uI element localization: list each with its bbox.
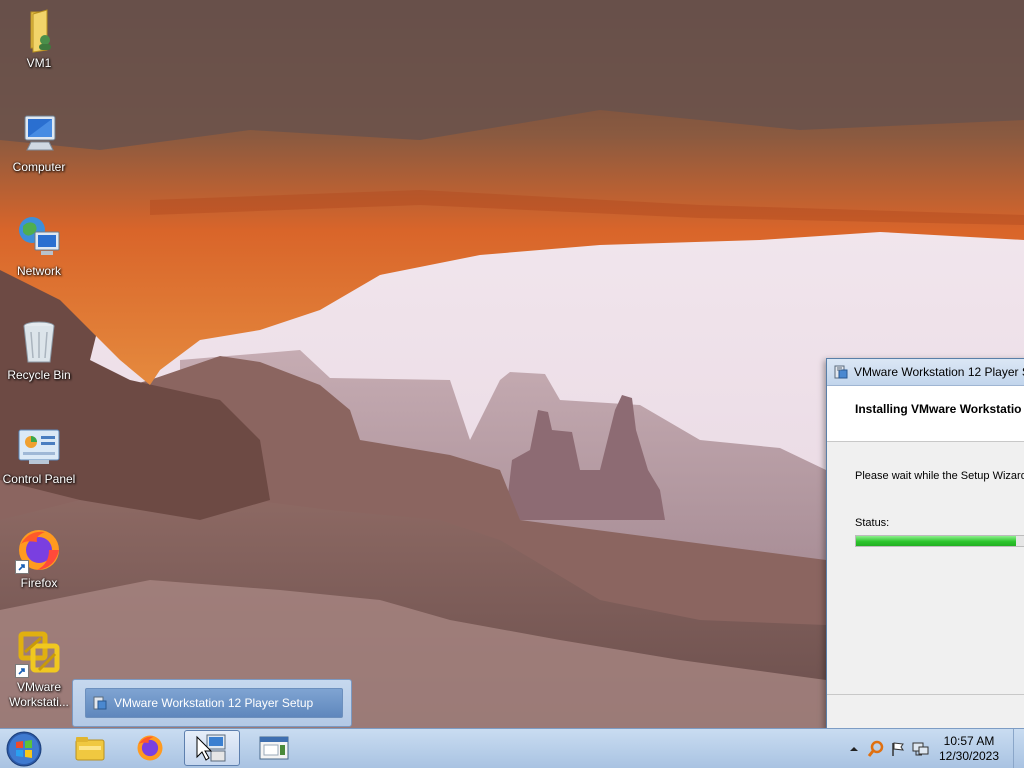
desktop-icon-vmware[interactable]: VMware Workstati... bbox=[0, 630, 78, 710]
computer-icon bbox=[15, 110, 63, 158]
installer-icon bbox=[93, 696, 107, 710]
install-progress-fill bbox=[856, 536, 1016, 546]
vmware-icon bbox=[15, 630, 63, 678]
start-button[interactable] bbox=[4, 730, 44, 768]
taskbar-vmware-setup[interactable] bbox=[184, 730, 240, 766]
setup-message: Please wait while the Setup Wizard bbox=[855, 470, 1024, 482]
taskbar-firefox[interactable] bbox=[122, 730, 178, 766]
desktop-icon-label: Network bbox=[16, 264, 61, 278]
clock-date: 12/30/2023 bbox=[938, 748, 1000, 763]
desktop-icon-recycle-bin[interactable]: Recycle Bin bbox=[0, 318, 78, 383]
vmware-setup-icon bbox=[196, 734, 226, 762]
thumbnail-vmware-setup[interactable]: VMware Workstation 12 Player Setup bbox=[85, 688, 343, 718]
window-icon bbox=[259, 736, 289, 760]
explorer-icon bbox=[75, 737, 105, 761]
network-icon bbox=[15, 214, 63, 262]
clock-time: 10:57 AM bbox=[943, 733, 995, 748]
action-center-flag-icon[interactable] bbox=[887, 738, 909, 760]
taskbar-clock[interactable]: 10:57 AM 12/30/2023 bbox=[931, 734, 1007, 764]
desktop-icon-label: Recycle Bin bbox=[7, 368, 71, 382]
system-tray: 10:57 AM 12/30/2023 bbox=[843, 729, 1024, 768]
shortcut-arrow-icon bbox=[15, 560, 29, 574]
desktop-icon-vm1[interactable]: VM1 bbox=[0, 6, 78, 71]
taskbar-thumbnail-popup: VMware Workstation 12 Player Setup bbox=[72, 679, 352, 727]
setup-window[interactable]: VMware Workstation 12 Player Se Installi… bbox=[826, 358, 1024, 730]
desktop-icon-computer[interactable]: Computer bbox=[0, 110, 78, 175]
taskbar-explorer[interactable] bbox=[62, 730, 118, 766]
folder-user-icon bbox=[15, 6, 63, 54]
desktop-icon-label: VMware Workstati... bbox=[9, 680, 69, 709]
setup-header-title: Installing VMware Workstatio bbox=[855, 402, 1022, 416]
search-icon[interactable] bbox=[865, 738, 887, 760]
desktop-icon-label: Computer bbox=[12, 160, 66, 174]
desktop-icon-firefox[interactable]: Firefox bbox=[0, 526, 78, 591]
setup-footer bbox=[827, 694, 1024, 729]
installer-icon bbox=[834, 365, 848, 379]
firefox-icon bbox=[137, 735, 163, 761]
status-label: Status: bbox=[855, 517, 890, 529]
setup-window-title: VMware Workstation 12 Player Se bbox=[854, 365, 1024, 379]
firefox-icon bbox=[15, 526, 63, 574]
windows-orb-icon bbox=[6, 731, 42, 767]
show-desktop-button[interactable] bbox=[1013, 729, 1024, 768]
taskbar-window[interactable] bbox=[246, 730, 302, 766]
setup-body: Please wait while the Setup Wizard Statu… bbox=[827, 442, 1024, 547]
tray-show-hidden-icon[interactable] bbox=[843, 738, 865, 760]
thumbnail-label: VMware Workstation 12 Player Setup bbox=[114, 696, 314, 710]
shortcut-arrow-icon bbox=[15, 664, 29, 678]
desktop-icon-label: Control Panel bbox=[2, 472, 76, 486]
desktop-icon-label: Firefox bbox=[20, 576, 58, 590]
desktop-icon-network[interactable]: Network bbox=[0, 214, 78, 279]
recycle-bin-icon bbox=[15, 318, 63, 366]
setup-window-titlebar[interactable]: VMware Workstation 12 Player Se bbox=[827, 359, 1024, 386]
install-progress-bar bbox=[855, 535, 1024, 547]
desktop-icon-label: VM1 bbox=[26, 56, 52, 70]
desktop-icon-control-panel[interactable]: Control Panel bbox=[0, 422, 78, 487]
setup-header: Installing VMware Workstatio bbox=[827, 386, 1024, 442]
network-status-icon[interactable] bbox=[909, 738, 931, 760]
taskbar: 10:57 AM 12/30/2023 bbox=[0, 728, 1024, 768]
control-panel-icon bbox=[15, 422, 63, 470]
